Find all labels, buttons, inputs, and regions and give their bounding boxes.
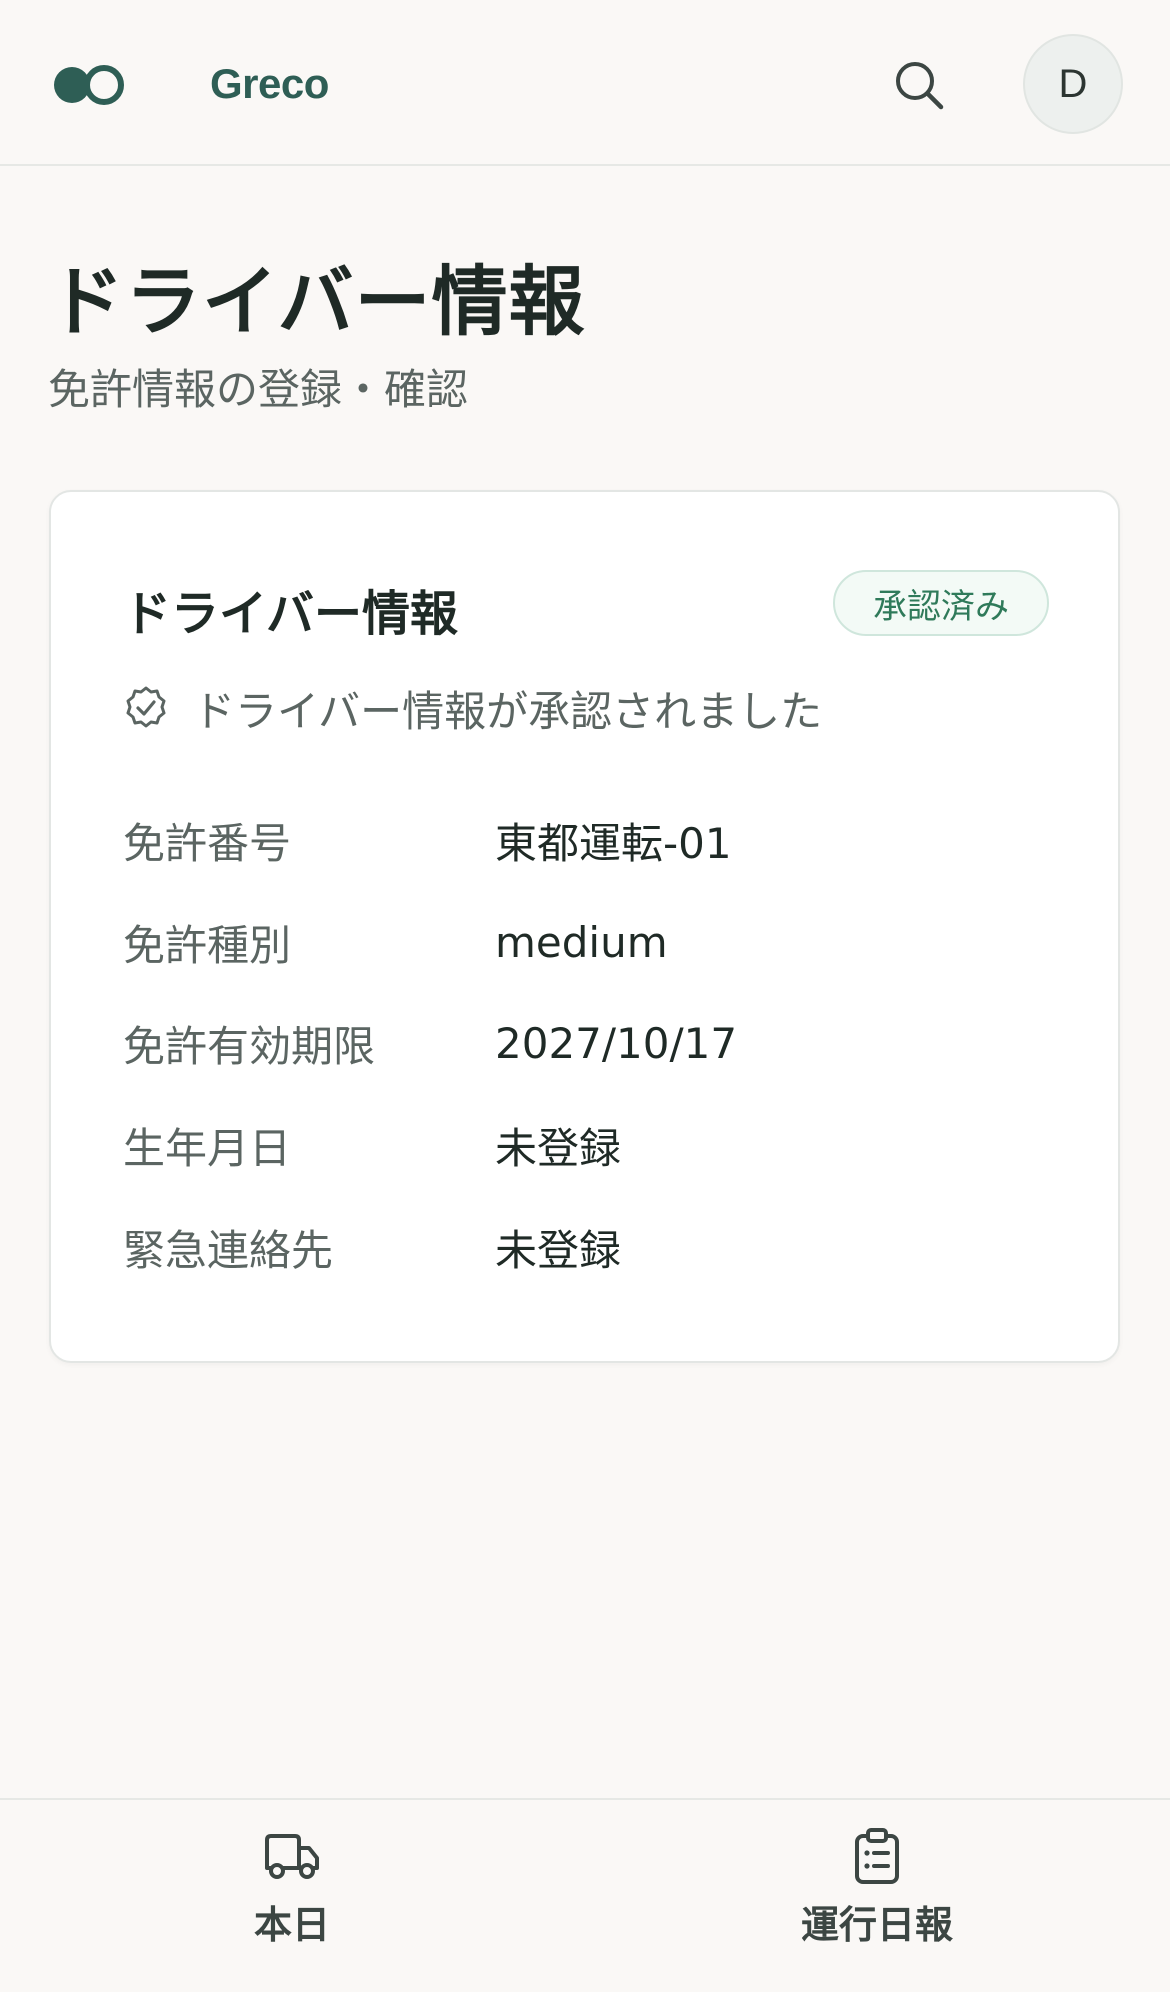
logo-mark-icon: [54, 60, 130, 108]
status-message: ドライバー情報が承認されました: [123, 680, 822, 736]
info-row-license-type: 免許種別 medium: [123, 912, 1043, 972]
bottom-nav: 本日 運行日報: [0, 1798, 1170, 1992]
app-name: Greco: [210, 60, 329, 107]
nav-label-daily-report: 運行日報: [800, 1903, 953, 1947]
field-label: 免許種別: [123, 920, 292, 970]
info-row-emergency-contact: 緊急連絡先 未登録: [123, 1217, 1043, 1277]
info-row-birthdate: 生年月日 未登録: [123, 1115, 1043, 1175]
field-label: 免許有効期限: [123, 1021, 376, 1071]
field-value: 東都運転-01: [495, 818, 732, 868]
field-value: 未登録: [495, 1225, 622, 1275]
field-value: 2027/10/17: [495, 1018, 738, 1068]
page-subtitle: 免許情報の登録・確認: [48, 365, 469, 414]
top-header: Greco D: [0, 0, 1170, 166]
field-label: 生年月日: [123, 1123, 292, 1173]
status-message-text: ドライバー情報が承認されました: [193, 686, 823, 736]
nav-item-today[interactable]: 本日: [162, 1826, 422, 1956]
avatar-initial: D: [1058, 61, 1088, 106]
app-logo[interactable]: Greco: [54, 60, 329, 108]
field-value: medium: [495, 917, 668, 967]
field-label: 免許番号: [123, 818, 292, 868]
info-row-license-number: 免許番号 東都運転-01: [123, 810, 1043, 870]
page-title: ドライバー情報: [48, 257, 586, 346]
user-avatar[interactable]: D: [1023, 34, 1123, 134]
verified-badge-icon: [126, 686, 166, 728]
nav-item-daily-report[interactable]: 運行日報: [747, 1826, 1007, 1956]
nav-label-today: 本日: [253, 1903, 330, 1947]
status-badge: 承認済み: [833, 570, 1049, 636]
truck-icon: [265, 1834, 319, 1879]
page: Greco D ドライバー情報 免許情報の登録・確認 ドライバー情報 承認済み …: [0, 0, 1170, 1992]
info-row-license-expiry: 免許有効期限 2027/10/17: [123, 1013, 1043, 1073]
search-button[interactable]: [890, 56, 948, 114]
search-icon: [896, 62, 944, 110]
field-value: 未登録: [495, 1123, 622, 1173]
driver-info-card: ドライバー情報 承認済み ドライバー情報が承認されました 免許番号 東都運転-0…: [49, 490, 1120, 1363]
card-title: ドライバー情報: [123, 586, 459, 642]
clipboard-icon: [855, 1828, 899, 1884]
field-label: 緊急連絡先: [123, 1225, 334, 1275]
